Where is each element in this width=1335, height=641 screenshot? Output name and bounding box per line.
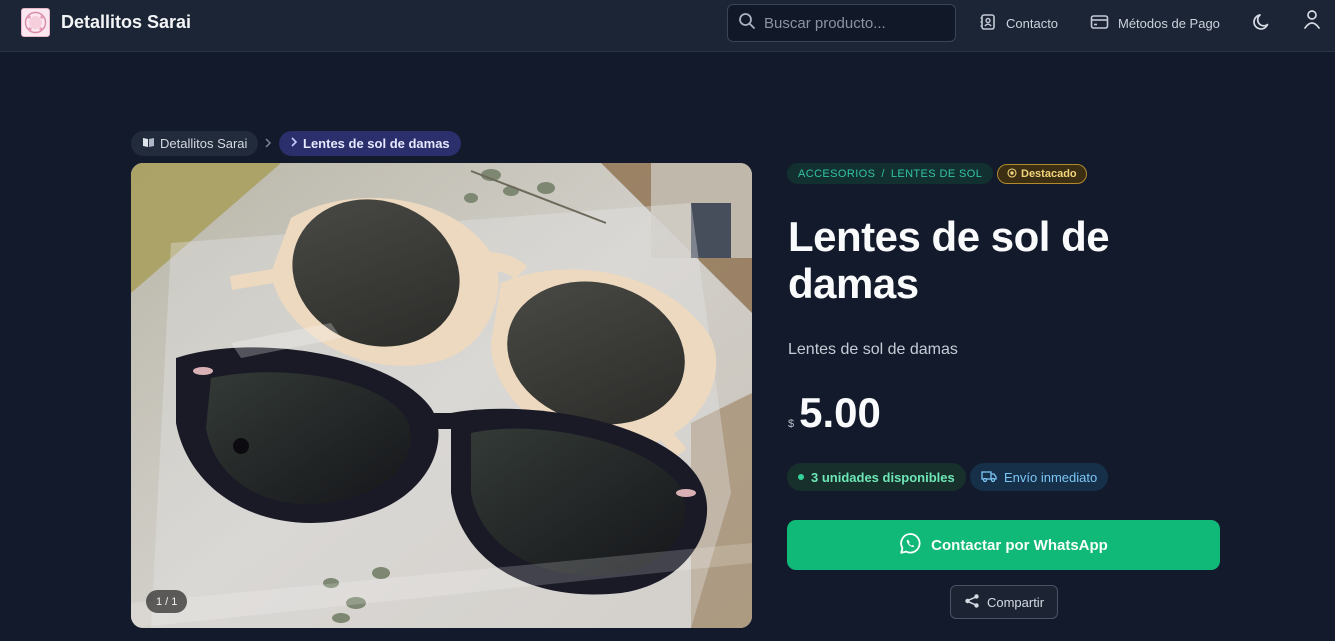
search-input[interactable] — [764, 14, 944, 32]
price-currency: $ — [788, 418, 795, 430]
subcategory-label: LENTES DE SOL — [890, 167, 983, 180]
moon-icon — [1252, 12, 1272, 35]
shipping-badge: Envío inmediato — [970, 463, 1109, 491]
featured-label: Destacado — [1021, 168, 1077, 180]
nav-contact-label: Contacto — [1006, 15, 1059, 31]
search-icon — [738, 12, 756, 35]
contact-book-icon — [979, 13, 997, 34]
product-image[interactable] — [131, 163, 752, 628]
featured-badge: Destacado — [997, 164, 1087, 184]
share-button-label: Compartir — [986, 594, 1045, 610]
nav-payment-methods-link[interactable]: Métodos de Pago — [1090, 12, 1220, 34]
breadcrumb-home[interactable]: Detallitos Sarai — [131, 131, 259, 156]
user-account-button[interactable] — [1301, 9, 1323, 31]
whatsapp-button-label: Contactar por WhatsApp — [931, 536, 1108, 554]
stock-badge: 3 unidades disponibles — [787, 463, 966, 491]
stock-dot-icon — [798, 474, 804, 480]
truck-icon — [981, 469, 997, 486]
nav-contact-link[interactable]: Contacto — [979, 12, 1058, 34]
breadcrumb-current-label: Lentes de sol de damas — [303, 136, 450, 151]
theme-toggle-button[interactable] — [1251, 12, 1273, 34]
shipping-label: Envío inmediato — [1004, 469, 1098, 485]
brand-link[interactable]: Detallitos Sarai — [21, 8, 191, 37]
share-button[interactable]: Compartir — [950, 585, 1058, 619]
breadcrumb-home-label: Detallitos Sarai — [160, 136, 248, 151]
breadcrumb-chevron-icon — [264, 136, 272, 155]
whatsapp-contact-button[interactable]: Contactar por WhatsApp — [787, 520, 1220, 570]
image-counter: 1 / 1 — [146, 590, 188, 613]
top-navbar: Detallitos Sarai Contacto Métodos de Pag… — [0, 0, 1335, 52]
product-price: $ 5.00 — [788, 388, 881, 438]
share-icon — [964, 593, 980, 612]
store-logo — [21, 8, 50, 37]
category-chip[interactable]: ACCESORIOS / LENTES DE SOL — [787, 163, 994, 184]
stock-label: 3 unidades disponibles — [811, 469, 955, 485]
product-description: Lentes de sol de damas — [788, 341, 958, 358]
featured-target-icon — [1007, 167, 1017, 181]
chevron-right-icon — [290, 136, 298, 151]
search-box — [727, 4, 956, 42]
credit-card-icon — [1090, 13, 1109, 34]
category-separator: / — [881, 167, 885, 180]
book-open-icon — [142, 136, 155, 151]
price-amount: 5.00 — [799, 389, 881, 436]
nav-payment-label: Métodos de Pago — [1118, 15, 1220, 31]
breadcrumb-current: Lentes de sol de damas — [279, 131, 461, 156]
product-title: Lentes de sol de damas — [788, 213, 1110, 307]
user-icon — [1302, 8, 1322, 33]
category-label: ACCESORIOS — [798, 167, 876, 180]
brand-name: Detallitos Sarai — [61, 12, 192, 32]
whatsapp-icon — [899, 532, 922, 559]
